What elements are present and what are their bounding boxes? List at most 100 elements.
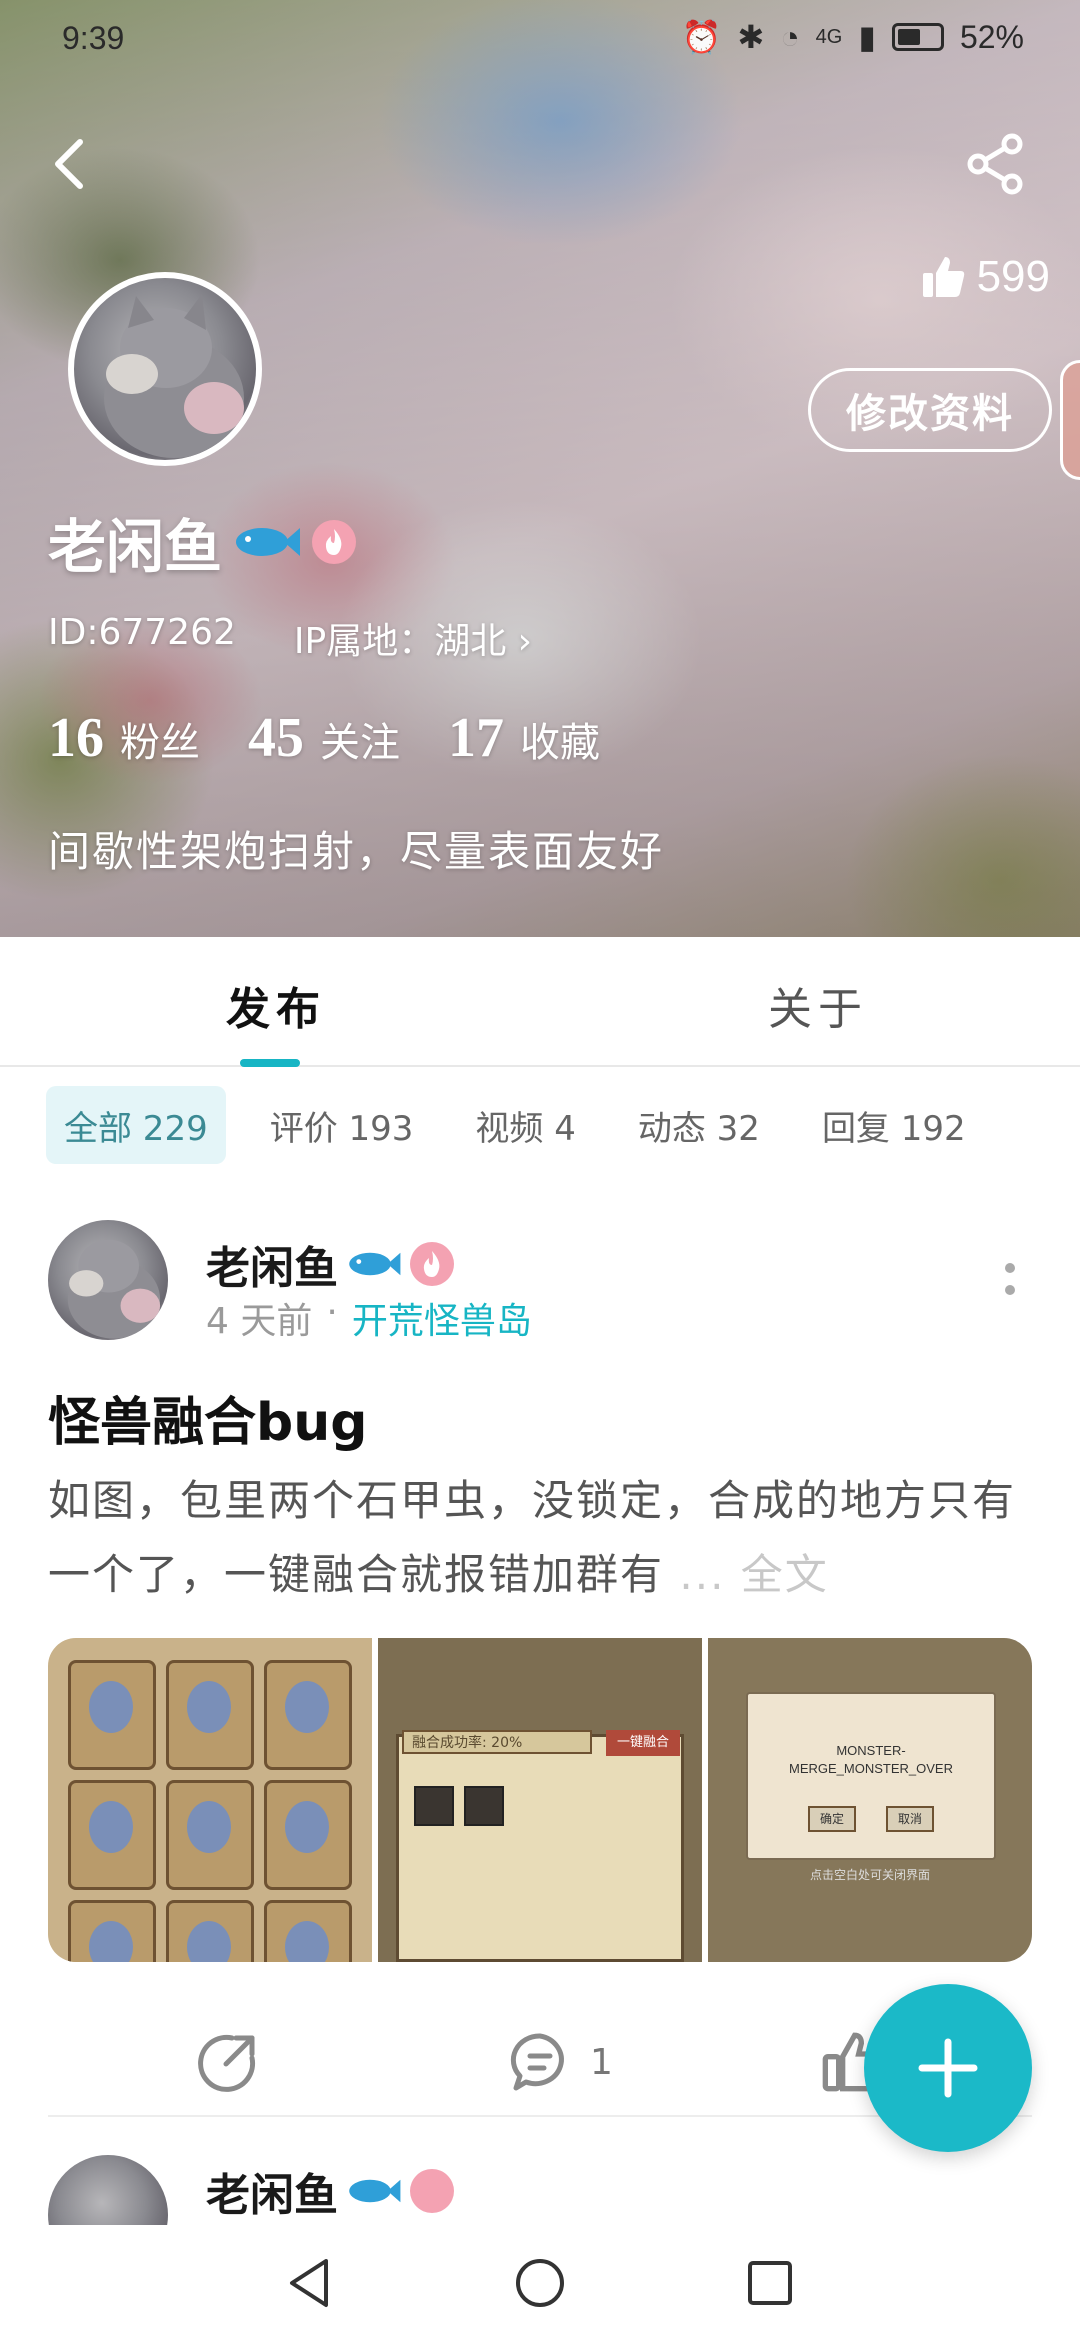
- thumb-up-icon: [922, 257, 964, 297]
- nav-recent-icon: [748, 2261, 792, 2305]
- post-image[interactable]: MONSTER- MERGE_MONSTER_OVER 确定 取消 点击空白处可…: [708, 1638, 1032, 1962]
- profile-bio: 间歇性架炮扫射，尽量表面友好: [48, 827, 665, 876]
- meta-separator: ·: [326, 1292, 338, 1333]
- monster-card: [166, 1780, 254, 1890]
- username-text: 老闲鱼: [48, 513, 223, 581]
- stat-favorites[interactable]: 17 收藏: [448, 706, 600, 770]
- user-id: ID:677262: [48, 612, 236, 653]
- ip-location[interactable]: IP属地：湖北 ›: [294, 612, 532, 664]
- alarm-icon: ⏰: [681, 19, 722, 55]
- dialog-cancel: 取消: [886, 1806, 935, 1832]
- post-body[interactable]: 如图，包里两个石甲虫，没锁定，合成的地方只有一个了，一键融合就报错加群有 ...…: [48, 1464, 1038, 1612]
- post-game-link[interactable]: 开荒怪兽岛: [352, 1292, 532, 1344]
- post-image[interactable]: [48, 1638, 372, 1962]
- share-button[interactable]: [964, 132, 1028, 196]
- monster-card: [68, 1780, 156, 1890]
- battery-level: 52%: [959, 18, 1024, 55]
- comment-icon: [510, 2033, 564, 2091]
- back-icon: [55, 139, 83, 189]
- post-images: 融合成功率: 20% 一键融合 MONSTER- MERGE_MONSTER_O…: [48, 1638, 1032, 1962]
- profile-header-background: [0, 0, 1080, 937]
- nav-back-icon: [290, 2259, 328, 2307]
- fish-icon: [349, 1252, 401, 1276]
- fire-badge: [410, 1242, 454, 1286]
- more-vert-icon: [1005, 1263, 1015, 1295]
- status-bar: 9:39 ⏰ ✱ ◔ 4G ▮ 52%: [0, 0, 1080, 80]
- monster-card: [68, 1660, 156, 1770]
- fire-badge: [410, 2169, 454, 2213]
- cat-avatar-image: [67, 1239, 161, 1339]
- post-comment-button[interactable]: 1: [508, 2030, 613, 2094]
- tab-about[interactable]: 关于: [768, 973, 868, 1037]
- stat-number: 17: [448, 707, 504, 769]
- post-card[interactable]: 老闲鱼: [0, 2155, 1080, 2225]
- post-author[interactable]: 老闲鱼: [206, 2159, 454, 2223]
- post-author-avatar[interactable]: [48, 2155, 168, 2225]
- stat-label: 关注: [320, 720, 400, 766]
- filter-all[interactable]: 全部 229: [46, 1086, 226, 1164]
- profile-stats: 16 粉丝 45 关注 17 收藏: [48, 706, 600, 770]
- dialog-hint: 点击空白处可关闭界面: [809, 1868, 930, 1882]
- post-image[interactable]: 融合成功率: 20% 一键融合: [378, 1638, 702, 1962]
- dialog-buttons: 确定 取消: [748, 1806, 994, 1832]
- profile-tabs: 发布 关于: [0, 937, 1080, 1067]
- error-dialog-image: MONSTER- MERGE_MONSTER_OVER 确定 取消: [746, 1692, 996, 1860]
- nav-recent-button[interactable]: [740, 2253, 800, 2313]
- post-title[interactable]: 怪兽融合bug: [48, 1380, 367, 1455]
- filter-reviews[interactable]: 评价 193: [252, 1086, 432, 1164]
- profile-id-row: ID:677262 IP属地：湖北 ›: [48, 612, 532, 664]
- monster-card: [264, 1900, 352, 1962]
- side-handle[interactable]: [1060, 360, 1080, 480]
- network-label: 4G: [815, 25, 843, 48]
- status-time: 9:39: [62, 20, 125, 56]
- monster-card: [166, 1660, 254, 1770]
- profile-username: 老闲鱼: [48, 500, 357, 584]
- post-author-name: 老闲鱼: [206, 1243, 338, 1294]
- profile-likes[interactable]: 599: [919, 252, 1050, 302]
- likes-count: 599: [976, 252, 1050, 301]
- filter-replies[interactable]: 回复 192: [804, 1086, 984, 1164]
- read-more-link[interactable]: ... 全文: [679, 1550, 828, 1599]
- ip-location-text: IP属地：湖北: [293, 621, 507, 662]
- nav-home-button[interactable]: [510, 2253, 570, 2313]
- back-button[interactable]: [42, 128, 98, 200]
- item-slot: [414, 1786, 454, 1826]
- merge-button-image: 一键融合: [606, 1730, 680, 1756]
- fish-icon: [349, 2179, 401, 2203]
- fire-icon: [325, 529, 342, 555]
- post-author-avatar[interactable]: [48, 1220, 168, 1340]
- battery-icon: [891, 23, 944, 51]
- profile-avatar[interactable]: [68, 272, 262, 466]
- dialog-text: MONSTER- MERGE_MONSTER_OVER: [789, 1743, 953, 1776]
- share-arrow-icon: [198, 2034, 256, 2092]
- stat-following[interactable]: 45 关注: [248, 706, 400, 770]
- post-share-button[interactable]: [196, 2030, 260, 2094]
- merge-rate: 融合成功率: 20%: [402, 1730, 592, 1754]
- post-more-button[interactable]: [1000, 1260, 1020, 1320]
- system-nav-bar: [0, 2225, 1080, 2340]
- tab-publish[interactable]: 发布: [226, 973, 326, 1037]
- stat-label: 粉丝: [120, 720, 200, 766]
- stat-number: 45: [248, 707, 304, 769]
- stat-label: 收藏: [520, 720, 600, 766]
- nav-back-button[interactable]: [280, 2253, 340, 2313]
- monster-card: [68, 1900, 156, 1962]
- status-icons: ⏰ ✱ ◔ 4G ▮ 52%: [682, 18, 1024, 56]
- stat-number: 16: [48, 707, 104, 769]
- create-post-button[interactable]: [864, 1984, 1032, 2152]
- nav-home-icon: [516, 2259, 564, 2307]
- post-author[interactable]: 老闲鱼: [206, 1232, 454, 1296]
- comment-count: 1: [590, 2041, 613, 2083]
- signal-icon: ▮: [858, 19, 876, 55]
- share-icon: [967, 133, 1023, 195]
- filter-moments[interactable]: 动态 32: [620, 1086, 778, 1164]
- wifi-icon: ◔: [780, 18, 800, 55]
- post-body-text: 如图，包里两个石甲虫，没锁定，合成的地方只有一个了，一键融合就报错加群有: [48, 1476, 1017, 1599]
- monster-card-grid: [68, 1660, 352, 1962]
- fire-icon: [423, 1251, 440, 1277]
- item-slot: [464, 1786, 504, 1826]
- merge-panel: [396, 1734, 684, 1962]
- filter-videos[interactable]: 视频 4: [457, 1086, 593, 1164]
- stat-fans[interactable]: 16 粉丝: [48, 706, 200, 770]
- edit-profile-button[interactable]: 修改资料: [808, 368, 1052, 452]
